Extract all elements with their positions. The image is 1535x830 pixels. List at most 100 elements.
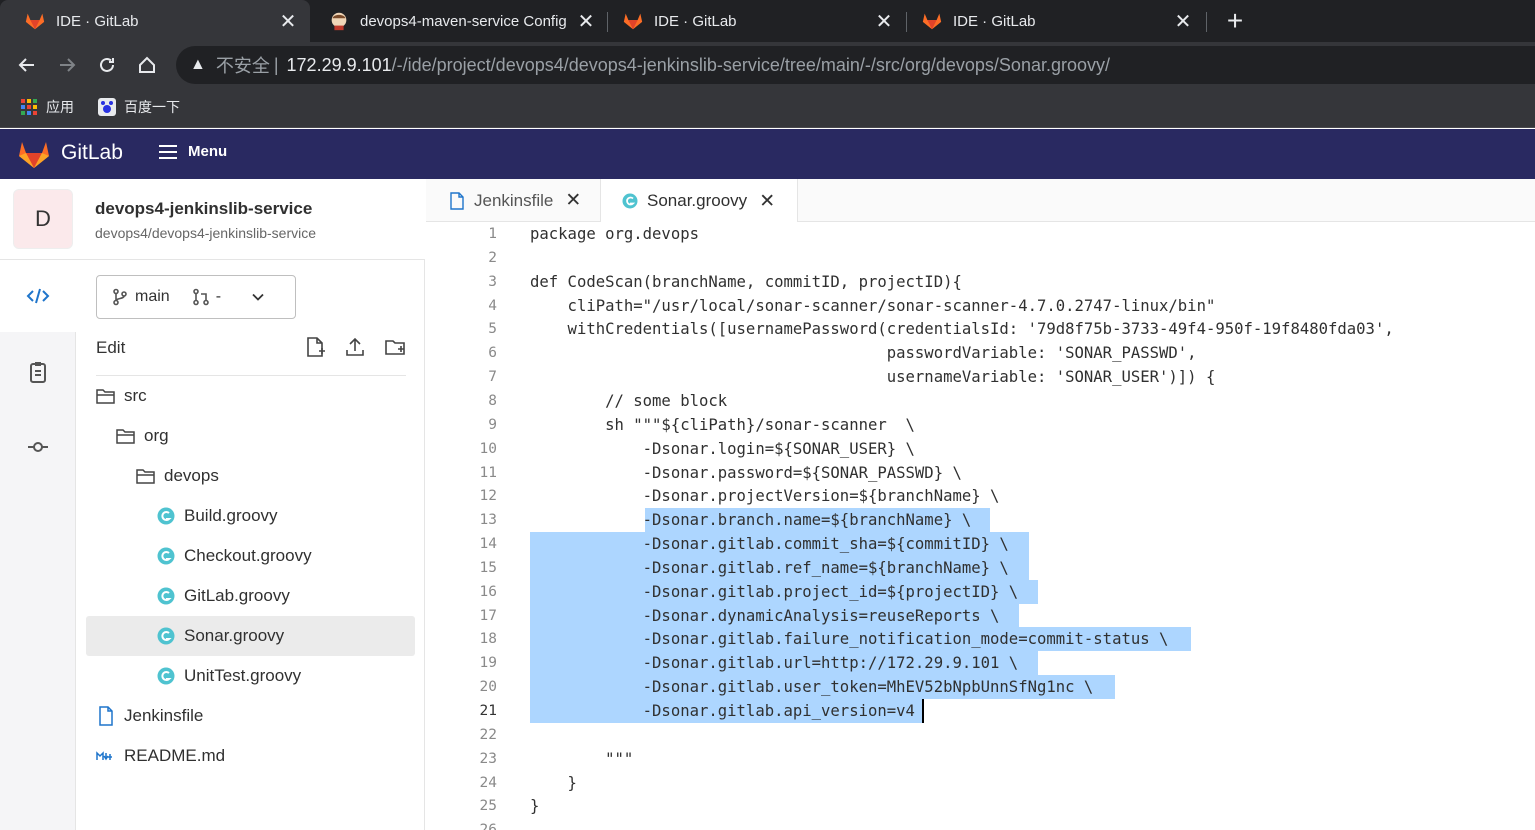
- bookmark-apps[interactable]: 应用: [20, 96, 74, 118]
- code-text: }: [530, 797, 540, 816]
- code-line[interactable]: 1 package org.devops: [426, 222, 1535, 246]
- code-line[interactable]: 22: [426, 723, 1535, 747]
- code-line[interactable]: 6 passwordVariable: 'SONAR_PASSWD',: [426, 341, 1535, 365]
- close-icon[interactable]: ✕: [276, 9, 300, 34]
- tree-file-checkout-groovy[interactable]: Checkout.groovy: [156, 536, 415, 576]
- code-text: """: [530, 749, 634, 768]
- new-directory-icon[interactable]: [384, 336, 406, 358]
- bookmark-label: 百度一下: [124, 99, 180, 115]
- code-line[interactable]: 4 cliPath="/usr/local/sonar-scanner/sona…: [426, 294, 1535, 318]
- tree-file-unittest-groovy[interactable]: UnitTest.groovy: [156, 656, 415, 696]
- close-icon[interactable]: ✕: [1171, 9, 1195, 34]
- address-bar[interactable]: ▲ 不安全 | 172.29.9.101 /-/ide/project/devo…: [176, 46, 1535, 84]
- tree-item-label: README.md: [124, 746, 226, 765]
- bookmark-baidu[interactable]: 百度一下: [98, 96, 180, 118]
- code-line[interactable]: 26: [426, 818, 1535, 830]
- groovy-icon: [622, 193, 638, 209]
- new-file-icon[interactable]: [304, 336, 326, 358]
- tree-file-build-groovy[interactable]: Build.groovy: [156, 496, 415, 536]
- code-text: cliPath="/usr/local/sonar-scanner/sonar-…: [530, 296, 1216, 315]
- folder-open-icon: [96, 389, 115, 404]
- code-line[interactable]: 16 -Dsonar.gitlab.project_id=${projectID…: [426, 579, 1535, 604]
- close-icon[interactable]: ✕: [574, 9, 598, 34]
- tree-item-label: Build.groovy: [184, 506, 278, 525]
- tree-folder-devops[interactable]: devops: [136, 456, 415, 496]
- code-text: // some block: [530, 391, 728, 410]
- code-line[interactable]: 17 -Dsonar.dynamicAnalysis=reuseReports …: [426, 603, 1535, 628]
- close-icon[interactable]: ✕: [759, 190, 775, 213]
- browser-tab-ide-gitlab-3[interactable]: IDE · GitLab ✕: [907, 0, 1205, 42]
- line-number: 4: [488, 297, 497, 314]
- code-line[interactable]: 25}: [426, 794, 1535, 818]
- code-line[interactable]: 2: [426, 246, 1535, 270]
- line-number: 2: [488, 249, 497, 266]
- gitlab-logo-icon[interactable]: [18, 139, 50, 169]
- code-line[interactable]: 8 // some block: [426, 389, 1535, 413]
- code-line[interactable]: 11 -Dsonar.password=${SONAR_PASSWD} \: [426, 461, 1535, 485]
- browser-tab-ide-gitlab-2[interactable]: IDE · GitLab ✕: [608, 0, 906, 42]
- code-line[interactable]: 21 -Dsonar.gitlab.api_version=v4: [426, 699, 1535, 723]
- branch-selector[interactable]: main -: [96, 275, 296, 319]
- code-line[interactable]: 13 -Dsonar.branch.name=${branchName} \: [426, 508, 1535, 533]
- code-text: -Dsonar.gitlab.user_token=MhEV52bNpbUnnS…: [530, 678, 1094, 697]
- code-editor[interactable]: 1 package org.devops 2 3 def CodeScan(branch…: [426, 222, 1535, 830]
- tree-item-label: Jenkinsfile: [124, 706, 204, 725]
- groovy-icon: [157, 547, 175, 565]
- tree-item-label: Checkout.groovy: [184, 546, 312, 565]
- code-text: -Dsonar.dynamicAnalysis=reuseReports \: [530, 606, 1000, 625]
- commit-icon[interactable]: [24, 433, 52, 461]
- browser-tab-title: devops4-maven-service Config: [360, 12, 567, 30]
- project-avatar[interactable]: D: [13, 189, 73, 249]
- code-text: }: [530, 773, 577, 792]
- editor-tab-sonar-groovy[interactable]: Sonar.groovy ✕: [600, 179, 798, 223]
- code-line[interactable]: 20 -Dsonar.gitlab.user_token=MhEV52bNpbU…: [426, 675, 1535, 700]
- line-number: 18: [479, 631, 497, 648]
- project-title[interactable]: devops4-jenkinslib-service: [95, 199, 312, 219]
- code-line[interactable]: 19 -Dsonar.gitlab.url=http://172.29.9.10…: [426, 651, 1535, 676]
- code-line[interactable]: 14 -Dsonar.gitlab.commit_sha=${commitID}…: [426, 532, 1535, 557]
- bookmark-label: 应用: [46, 99, 74, 115]
- tree-folder-org[interactable]: org: [116, 416, 415, 456]
- tree-file-jenkinsfile[interactable]: Jenkinsfile: [96, 696, 415, 736]
- upload-icon[interactable]: [344, 336, 366, 358]
- new-tab-button[interactable]: +: [1220, 4, 1250, 38]
- menu-button[interactable]: Menu: [158, 143, 227, 160]
- code-line[interactable]: 23 """: [426, 747, 1535, 771]
- back-button[interactable]: [12, 50, 42, 80]
- browser-tab-jenkins[interactable]: devops4-maven-service Config ✕: [310, 0, 606, 42]
- gitlab-brand[interactable]: GitLab: [61, 141, 123, 165]
- code-text: passwordVariable: 'SONAR_PASSWD',: [530, 344, 1197, 363]
- code-line[interactable]: 18 -Dsonar.gitlab.failure_notification_m…: [426, 627, 1535, 652]
- home-button[interactable]: [132, 50, 162, 80]
- line-number: 15: [479, 559, 497, 576]
- code-line[interactable]: 3 def CodeScan(branchName, commitID, proj…: [426, 270, 1535, 294]
- code-line[interactable]: 10 -Dsonar.login=${SONAR_USER} \: [426, 437, 1535, 461]
- clipboard-review-icon[interactable]: [24, 358, 52, 386]
- code-line[interactable]: 24 }: [426, 771, 1535, 795]
- browser-tab-ide-gitlab-1[interactable]: IDE · GitLab ✕: [0, 0, 310, 42]
- close-icon[interactable]: ✕: [565, 189, 581, 212]
- tree-item-label: GitLab.groovy: [184, 586, 290, 605]
- merge-request-value: -: [215, 288, 222, 305]
- line-number: 12: [479, 488, 497, 505]
- close-icon[interactable]: ✕: [872, 9, 896, 34]
- tree-file-gitlab-groovy[interactable]: GitLab.groovy: [156, 576, 415, 616]
- security-label: 不安全: [215, 56, 270, 76]
- forward-button[interactable]: [52, 50, 82, 80]
- line-number: 9: [488, 416, 497, 433]
- code-line[interactable]: 15 -Dsonar.gitlab.ref_name=${branchName}…: [426, 555, 1535, 580]
- tree-file-sonar-groovy[interactable]: Sonar.groovy: [86, 616, 415, 656]
- browser-tab-title: IDE · GitLab: [953, 12, 1036, 30]
- code-line[interactable]: 5 withCredentials([usernamePassword(cred…: [426, 317, 1535, 341]
- reload-button[interactable]: [92, 50, 122, 80]
- code-edit-icon[interactable]: [24, 282, 52, 310]
- code-line[interactable]: 7 usernameVariable: 'SONAR_USER')]) {: [426, 365, 1535, 389]
- editor-tab-jenkinsfile[interactable]: Jenkinsfile ✕: [448, 179, 581, 222]
- reload-icon: [100, 57, 114, 72]
- code-line[interactable]: 9 sh """${cliPath}/sonar-scanner \: [426, 413, 1535, 437]
- address-host: 172.29.9.101: [286, 54, 392, 75]
- tree-file-readme[interactable]: README.md: [96, 736, 415, 776]
- code-line[interactable]: 12 -Dsonar.projectVersion=${branchName} …: [426, 484, 1535, 508]
- tree-folder-src[interactable]: src: [96, 376, 415, 416]
- code-text: -Dsonar.projectVersion=${branchName} \: [530, 487, 1000, 506]
